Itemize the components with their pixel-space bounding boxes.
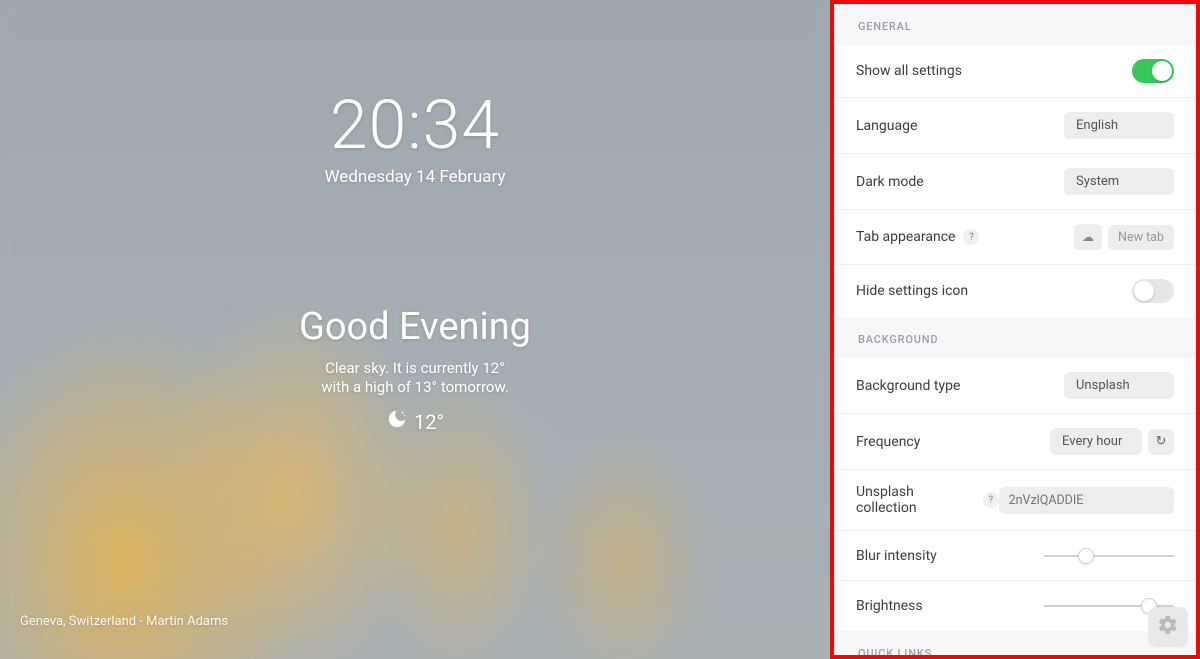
- section-header-quick-links: QUICK LINKS: [834, 631, 1196, 659]
- row-unsplash-collection: Unsplash collection ?: [834, 470, 1196, 531]
- row-frequency: Frequency Every hour ↻: [834, 414, 1196, 470]
- weather-temp: 12°: [414, 410, 444, 434]
- background-type-select[interactable]: Unsplash: [1064, 372, 1174, 399]
- section-header-general: GENERAL: [834, 4, 1196, 45]
- hide-settings-icon-toggle[interactable]: [1132, 279, 1174, 303]
- moon-icon: [386, 408, 408, 435]
- dark-mode-label: Dark mode: [856, 174, 924, 190]
- row-blur-intensity: Blur intensity: [834, 531, 1196, 581]
- show-all-settings-toggle[interactable]: [1132, 59, 1174, 83]
- section-background: Background type Unsplash Frequency Every…: [834, 358, 1196, 631]
- settings-panel: GENERAL Show all settings Language Engli…: [830, 0, 1200, 659]
- clock-display: 20:34: [330, 85, 500, 165]
- row-dark-mode: Dark mode System: [834, 154, 1196, 210]
- weather-badge: 12°: [386, 408, 444, 435]
- language-select[interactable]: English: [1064, 112, 1174, 139]
- dark-mode-select[interactable]: System: [1064, 168, 1174, 195]
- row-background-type: Background type Unsplash: [834, 358, 1196, 414]
- show-all-settings-label: Show all settings: [856, 63, 962, 79]
- section-general: Show all settings Language English Dark …: [834, 45, 1196, 317]
- row-tab-appearance: Tab appearance ? ☁ New tab: [834, 210, 1196, 265]
- settings-gear-button[interactable]: [1148, 607, 1188, 647]
- brightness-label: Brightness: [856, 598, 923, 614]
- row-brightness: Brightness: [834, 581, 1196, 631]
- blur-intensity-slider[interactable]: [1044, 546, 1174, 566]
- tab-appearance-help-icon[interactable]: ?: [963, 229, 979, 245]
- wallpaper-pane: 20:34 Wednesday 14 February Good Evening…: [0, 0, 830, 659]
- greeting-text: Good Evening: [299, 305, 531, 349]
- wallpaper-overlay: 20:34 Wednesday 14 February Good Evening…: [0, 0, 830, 659]
- cloud-icon: ☁: [1082, 230, 1094, 244]
- row-show-all-settings: Show all settings: [834, 45, 1196, 98]
- row-language: Language English: [834, 98, 1196, 154]
- row-hide-settings-icon: Hide settings icon: [834, 265, 1196, 317]
- refresh-background-button[interactable]: ↻: [1148, 429, 1174, 455]
- photo-credits[interactable]: Geneva, Switzerland - Martin Adams: [20, 614, 228, 629]
- tab-title-input[interactable]: New tab: [1108, 225, 1174, 250]
- frequency-label: Frequency: [856, 434, 920, 450]
- tab-favicon-preview[interactable]: ☁: [1074, 224, 1102, 250]
- section-header-background: BACKGROUND: [834, 317, 1196, 358]
- blur-intensity-label: Blur intensity: [856, 548, 937, 564]
- weather-line-1: Clear sky. It is currently 12°: [325, 359, 505, 377]
- date-display: Wednesday 14 February: [324, 167, 505, 187]
- weather-line-2: with a high of 13° tomorrow.: [321, 378, 509, 396]
- hide-settings-icon-label: Hide settings icon: [856, 283, 968, 299]
- tab-appearance-label: Tab appearance: [856, 229, 955, 245]
- unsplash-collection-input[interactable]: [999, 487, 1174, 514]
- gear-icon: [1157, 614, 1179, 640]
- unsplash-collection-label: Unsplash collection: [856, 484, 975, 516]
- unsplash-collection-help-icon[interactable]: ?: [983, 492, 999, 508]
- frequency-select[interactable]: Every hour: [1050, 428, 1142, 455]
- background-type-label: Background type: [856, 378, 960, 394]
- refresh-icon: ↻: [1156, 434, 1167, 449]
- language-label: Language: [856, 118, 917, 134]
